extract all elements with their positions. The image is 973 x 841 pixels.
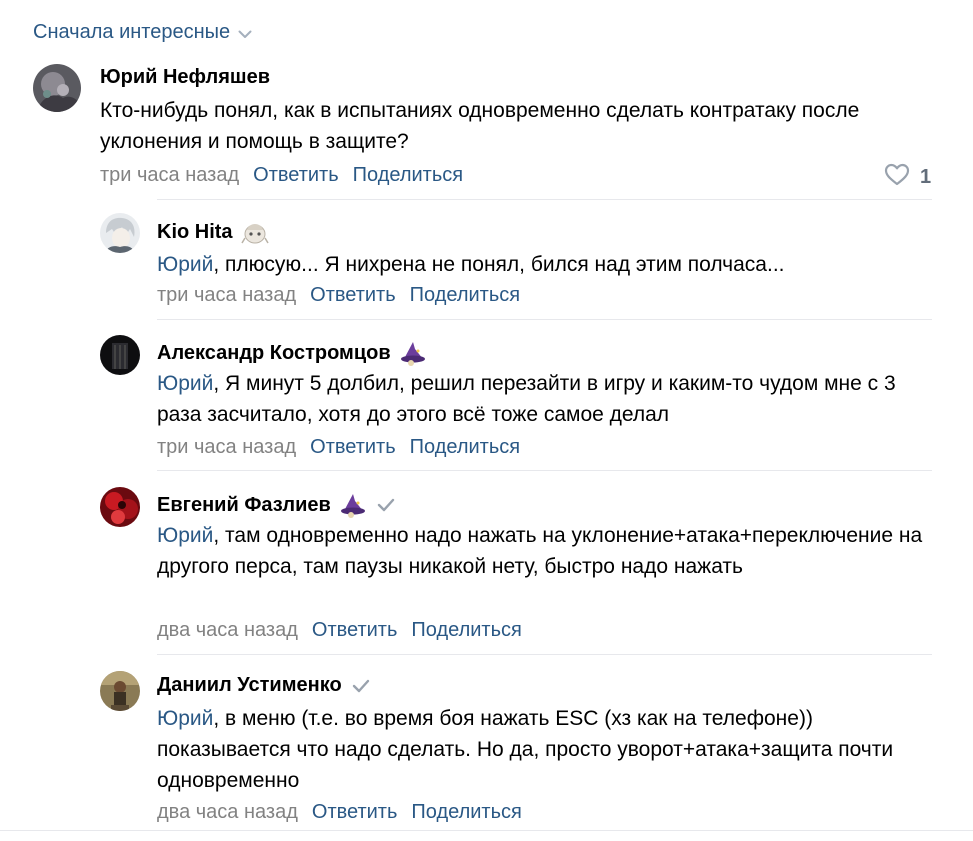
witch-hat-icon: [339, 491, 367, 519]
divider: [157, 199, 932, 200]
reply-mention-link[interactable]: Юрий: [157, 253, 213, 276]
verified-check-icon: [377, 498, 395, 512]
divider: [157, 319, 932, 320]
reply-time[interactable]: три часа назад: [157, 436, 296, 459]
heart-icon: [884, 163, 910, 192]
reply-time[interactable]: три часа назад: [157, 284, 296, 307]
reply-body: , в меню (т.е. во время боя нажать ESC (…: [157, 707, 894, 792]
reply-text: Юрий, плюсую... Я нихрена не понял, билс…: [157, 249, 932, 280]
author-name: Юрий Нефляшев: [100, 66, 271, 88]
avatar[interactable]: [33, 64, 81, 112]
comment-author[interactable]: Юрий Нефляшев: [100, 66, 270, 89]
divider: [157, 654, 932, 655]
reply-text: Юрий, там одновременно надо нажать на ук…: [157, 520, 932, 582]
share-button[interactable]: Поделиться: [410, 436, 520, 459]
comment-text: Кто-нибудь понял, как в испытаниях однов…: [100, 99, 860, 153]
reply-meta: три часа назад Ответить Поделиться: [157, 436, 534, 459]
reply-text: Юрий, в меню (т.е. во время боя нажать E…: [157, 703, 932, 796]
comment-meta: три часа назад Ответить Поделиться: [100, 164, 477, 187]
reply-time[interactable]: два часа назад: [157, 801, 298, 824]
reply-mention-link[interactable]: Юрий: [157, 372, 213, 395]
author-name: Даниил Устименко: [157, 674, 342, 696]
avatar[interactable]: [100, 213, 140, 253]
author-name: Евгений Фазлиев: [157, 493, 331, 516]
divider: [0, 830, 973, 831]
reply-author[interactable]: Александр Костромцов: [157, 339, 427, 367]
verified-check-icon: [352, 679, 370, 693]
reply-button[interactable]: Ответить: [310, 284, 396, 307]
reply-button[interactable]: Ответить: [312, 801, 398, 824]
reply-mention-link[interactable]: Юрий: [157, 707, 213, 730]
reply-meta: три часа назад Ответить Поделиться: [157, 284, 534, 307]
reply-button[interactable]: Ответить: [253, 164, 339, 187]
avatar[interactable]: [100, 487, 140, 527]
reply-author[interactable]: Евгений Фазлиев: [157, 491, 395, 519]
author-name: Александр Костромцов: [157, 341, 391, 364]
share-button[interactable]: Поделиться: [411, 619, 521, 642]
reply-mention-link[interactable]: Юрий: [157, 524, 213, 547]
share-button[interactable]: Поделиться: [410, 284, 520, 307]
reply-meta: два часа назад Ответить Поделиться: [157, 619, 536, 642]
avatar[interactable]: [100, 671, 140, 711]
reply-time[interactable]: два часа назад: [157, 619, 298, 642]
chevron-down-icon: [238, 22, 252, 45]
like-button[interactable]: 1: [884, 163, 931, 192]
reply-button[interactable]: Ответить: [310, 436, 396, 459]
sort-dropdown[interactable]: Сначала интересные: [33, 20, 252, 45]
reply-author[interactable]: Даниил Устименко: [157, 674, 370, 697]
share-button[interactable]: Поделиться: [353, 164, 463, 187]
reply-text: Юрий, Я минут 5 долбил, решил перезайти …: [157, 368, 932, 430]
avatar[interactable]: [100, 335, 140, 375]
author-name: Kio Hita: [157, 220, 233, 243]
divider: [157, 470, 932, 471]
sticker-badge-icon: [240, 218, 269, 246]
reply-body: , Я минут 5 долбил, решил перезайти в иг…: [157, 372, 896, 426]
share-button[interactable]: Поделиться: [411, 801, 521, 824]
comment-time[interactable]: три часа назад: [100, 164, 239, 187]
reply-button[interactable]: Ответить: [312, 619, 398, 642]
reply-body: , там одновременно надо нажать на уклоне…: [157, 524, 923, 578]
sort-label: Сначала интересные: [33, 21, 231, 43]
witch-hat-icon: [399, 339, 427, 367]
reply-meta: два часа назад Ответить Поделиться: [157, 801, 536, 824]
reply-body: , плюсую... Я нихрена не понял, бился на…: [213, 253, 785, 276]
reply-author[interactable]: Kio Hita: [157, 218, 269, 246]
like-count: 1: [920, 166, 932, 188]
